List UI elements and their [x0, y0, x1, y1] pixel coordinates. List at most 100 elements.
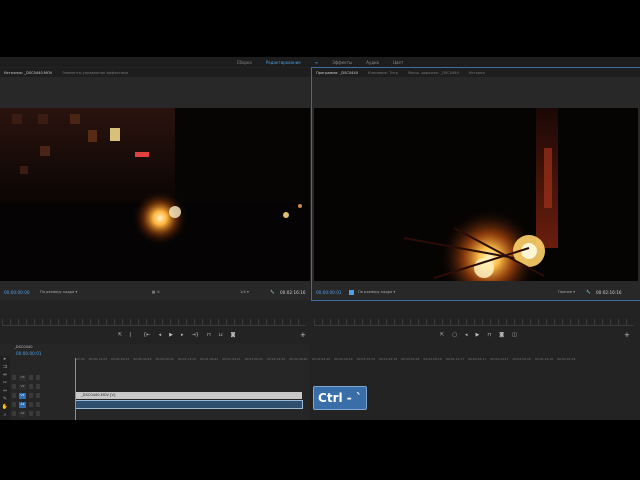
lock-icon[interactable]	[12, 375, 16, 380]
program-comparison-icon[interactable]: ◫	[512, 332, 517, 338]
tab-history[interactable]: История	[469, 71, 485, 75]
tab-track-mixer[interactable]: Микш. дорожек: _DSC0440	[408, 71, 459, 75]
track-header-v1[interactable]: V1	[12, 392, 76, 399]
ruler-label: 00:04:44:17	[490, 357, 509, 361]
keyboard-shortcut-overlay: Ctrl - `	[313, 386, 367, 410]
video-clip[interactable]: _DSC0440.MOV [V]	[76, 392, 302, 399]
ripple-edit-icon[interactable]: ⇹	[0, 372, 10, 380]
eye-icon[interactable]	[36, 384, 40, 389]
ruler-label: 00:05:14:16	[534, 357, 554, 361]
source-time-ruler[interactable]	[2, 319, 306, 326]
audio-clip[interactable]	[75, 400, 303, 409]
mute-icon[interactable]	[29, 411, 33, 416]
mute-icon[interactable]	[29, 402, 33, 407]
slip-tool-icon[interactable]: ⇔	[0, 388, 10, 396]
track-header-v2[interactable]: V2	[12, 383, 76, 390]
program-monitor: Программа: _DSC0440 Ключевое: Титр Микш.…	[311, 67, 640, 301]
overwrite-icon[interactable]: ⊔	[219, 332, 223, 338]
sync-icon[interactable]	[29, 384, 33, 389]
zoom-tool-icon[interactable]: ⌕	[0, 412, 10, 420]
sync-icon[interactable]	[29, 393, 33, 398]
step-forward-icon[interactable]: ▸	[181, 332, 184, 338]
source-settings-icon[interactable]: ▦ ⇲	[152, 290, 160, 294]
export-frame-icon[interactable]: ◙	[231, 332, 236, 338]
step-back-icon[interactable]: ◂	[159, 332, 162, 338]
eye-icon[interactable]	[36, 375, 40, 380]
source-add-button-icon[interactable]: +	[300, 331, 306, 339]
ruler-label: 00:01:44:21	[222, 357, 241, 361]
play-icon[interactable]: ▶	[169, 332, 173, 338]
razor-tool-icon[interactable]: ✂	[0, 380, 10, 388]
source-timecode[interactable]: 00:00:00:00	[4, 290, 30, 295]
ruler-label: 00:00	[76, 357, 85, 361]
program-timecode[interactable]: 00:00:00:01	[316, 290, 342, 295]
workspace-tab-effects[interactable]: Эффекты	[332, 60, 352, 65]
workspace-menu-icon[interactable]: ≡	[315, 60, 318, 65]
program-export-frame-icon[interactable]: ◙	[499, 332, 504, 338]
mark-in-icon[interactable]: ⇱	[118, 332, 122, 338]
ruler-label: 00:01:29:21	[200, 357, 219, 361]
eye-icon[interactable]	[36, 393, 40, 398]
workspace-tab-assembly[interactable]: Сборка	[237, 60, 252, 65]
program-mark-in-icon[interactable]: ⇱	[440, 332, 444, 338]
workspace-tab-color[interactable]: Цвет	[393, 60, 403, 65]
source-resolution-dropdown[interactable]: 1/4	[240, 290, 249, 294]
source-fit-dropdown[interactable]: По размеру кадра	[40, 290, 77, 294]
workspace-tab-editing[interactable]: Редактирование	[266, 60, 301, 65]
ruler-label: 00:03:14:19	[356, 357, 375, 361]
lock-icon[interactable]	[12, 384, 16, 389]
timeline-playhead[interactable]	[75, 358, 76, 420]
source-wrench-icon[interactable]: 🔧	[270, 290, 274, 294]
tab-source[interactable]: Источник: _DSC0440.MOV	[4, 71, 52, 75]
ruler-label: 00:02:29:20	[289, 357, 308, 361]
ruler-label: 00:04:29:17	[467, 357, 487, 361]
program-lift-icon[interactable]: ⊓	[487, 332, 491, 338]
timeline-ruler[interactable]: 00:00 00:00:14:23 00:00:29:23 00:00:44:2…	[76, 357, 310, 363]
ruler-label: 00:03:59:18	[423, 357, 442, 361]
mark-out-icon[interactable]: ⎸	[130, 332, 135, 338]
lock-icon[interactable]	[12, 393, 16, 398]
program-stop-icon[interactable]: ▢	[452, 332, 457, 338]
ruler-label: 00:03:44:18	[401, 357, 420, 361]
ruler-label: 00:00:29:23	[110, 357, 130, 361]
program-wrench-icon[interactable]: 🔧	[586, 290, 590, 294]
pen-tool-icon[interactable]: ✎	[0, 396, 10, 404]
track-name: A2	[19, 410, 26, 417]
source-panel-tabs: Источник: _DSC0440.MOV Элементы управлен…	[0, 68, 310, 77]
program-marker-icon[interactable]	[349, 290, 354, 295]
program-transport: ⇱ ▢ ◂ ▶ ⊓ ◙ ◫	[440, 332, 517, 338]
program-step-back-icon[interactable]: ◂	[465, 332, 468, 338]
solo-icon[interactable]	[36, 411, 40, 416]
workspace-tab-audio[interactable]: Аудио	[366, 60, 379, 65]
program-play-icon[interactable]: ▶	[475, 332, 479, 338]
selection-tool-icon[interactable]: ▸	[0, 356, 10, 364]
program-time-ruler[interactable]	[314, 319, 634, 326]
program-fit-dropdown[interactable]: По размеру кадра	[358, 290, 395, 294]
timeline-timecode[interactable]: 00:00:00:01	[16, 351, 42, 356]
go-to-out-icon[interactable]: ⇥}	[191, 332, 198, 338]
track-select-icon[interactable]: ⇉	[0, 364, 10, 372]
lock-icon[interactable]	[12, 411, 16, 416]
hand-tool-icon[interactable]: ✋	[0, 404, 10, 412]
sequence-tab[interactable]: _DSC0440	[14, 345, 33, 349]
tab-program[interactable]: Программа: _DSC0440	[316, 71, 358, 75]
ruler-label: 00:03:29:19	[378, 357, 398, 361]
tab-title[interactable]: Ключевое: Титр	[368, 71, 398, 75]
timeline-ruler-continued[interactable]: 00:02:44:20 00:02:59:19 00:03:14:19 00:0…	[312, 357, 640, 363]
ruler-label: 00:05:29:16	[557, 357, 576, 361]
insert-icon[interactable]: ⊓	[207, 332, 211, 338]
track-header-v3[interactable]: V3	[12, 374, 76, 381]
program-add-button-icon[interactable]: +	[624, 331, 630, 339]
track-name: A1	[19, 401, 26, 408]
ruler-label: 00:00:59:22	[155, 357, 174, 361]
track-header-a2[interactable]: A2	[12, 410, 76, 417]
lock-icon[interactable]	[12, 402, 16, 407]
timeline-panel: _DSC0440 00:00:00:01 00:00 00:00:14:23 0…	[0, 344, 310, 420]
source-duration: 00:02:16:16	[280, 290, 306, 295]
sync-icon[interactable]	[29, 375, 33, 380]
track-header-a1[interactable]: A1	[12, 401, 76, 408]
solo-icon[interactable]	[36, 402, 40, 407]
go-to-in-icon[interactable]: {⇤	[143, 332, 150, 338]
tab-effect-controls[interactable]: Элементы управления эффектами	[62, 71, 128, 75]
program-resolution-dropdown[interactable]: Полное	[558, 290, 575, 294]
